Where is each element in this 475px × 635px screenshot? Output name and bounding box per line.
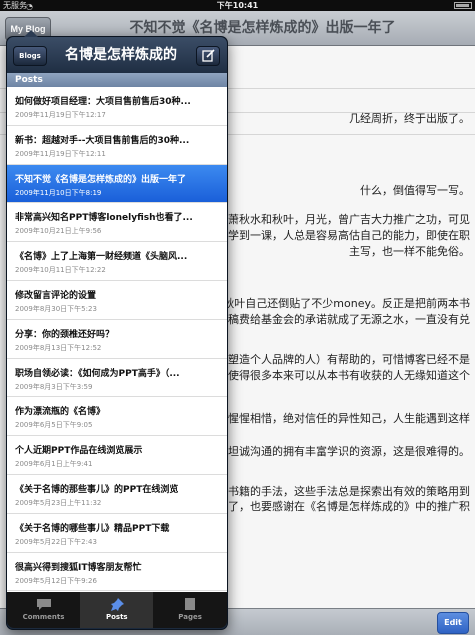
post-title: 《关于名博的哪些事儿》精品PPT下载 (15, 523, 170, 534)
speech-bubble-icon (7, 597, 80, 611)
popover-header: Blogs 名博是怎样炼成的 (7, 37, 227, 73)
post-title: 修改留言评论的设置 (15, 291, 97, 301)
post-row[interactable]: 如何做好项目经理：大项目售前售后30种... 2009年11月19日下午12:17 (7, 87, 227, 126)
post-date: 2009年5月23日上午11:32 (15, 499, 102, 507)
posts-list: 如何做好项目经理：大项目售前售后30种... 2009年11月19日下午12:17… (7, 87, 227, 592)
post-date: 2009年11月10日下午8:19 (15, 188, 102, 197)
post-row[interactable]: 《名博》上了上海第一财经频道《头脑风... 2009年10月11日下午12:22 (7, 242, 227, 281)
post-row[interactable]: 分享：你的颈椎还好吗？ 2009年8月13日下午12:52 (7, 319, 227, 359)
post-title: 个人近期PPT作品在线浏览展示 (15, 446, 143, 457)
post-row[interactable]: 职场自领必读：《如何成为PPT高手》（... 2009年8月3日下午3:59 (7, 358, 227, 398)
post-title: 不知不觉《名博是怎样炼成的》出版一年了 (15, 174, 187, 185)
post-date: 2009年6月5日下午9:05 (15, 421, 93, 430)
post-date: 2009年5月22日下午2:43 (15, 537, 97, 546)
tab-pages[interactable]: Pages (154, 592, 227, 628)
tab-comments[interactable]: Comments (7, 592, 80, 628)
post-date: 2009年10月11日下午12:22 (15, 266, 106, 275)
clock: 下午10:41 (216, 1, 259, 10)
post-row[interactable]: 新书：超越对手--大项目售前售后的30种... 2009年11月19日下午12:1… (7, 125, 227, 165)
post-title: 如何做好项目经理：大项目售前售后30种... (15, 97, 191, 107)
post-date: 2009年10月21日上午9:56 (15, 227, 102, 236)
tab-posts[interactable]: Posts (80, 592, 154, 628)
document-icon (154, 597, 227, 611)
tab-label: Posts (105, 613, 128, 621)
post-row[interactable]: 作为漂流瓶的《名博》 2009年6月5日下午9:05 (7, 397, 227, 437)
post-title: 新书：超越对手--大项目售前售后的30种... (15, 135, 190, 146)
blogs-button[interactable]: Blogs (13, 46, 47, 66)
post-date: 2009年11月19日下午12:17 (15, 111, 106, 119)
posts-popover: Blogs 名博是怎样炼成的 Posts 如何做好项目经理：大项目售前售后30种… (6, 30, 228, 630)
post-row[interactable]: 修改留言评论的设置 2009年8月30日下午5:23 (7, 281, 227, 320)
compose-button[interactable] (196, 46, 220, 66)
post-row[interactable]: 不知不觉《名博是怎样炼成的》出版一年了 2009年11月10日下午8:19 (7, 164, 227, 204)
blog-title: 名博是怎样炼成的 (65, 47, 177, 63)
post-date: 2009年6月1日上午9:41 (15, 460, 93, 469)
status-bar: 无服务 ◔ 下午10:41 (0, 0, 475, 11)
post-date: 2009年5月12日下午9:26 (15, 576, 97, 585)
post-date: 2009年8月3日下午3:59 (15, 382, 93, 391)
post-row[interactable]: 非常高兴知名PPT博客lonelyfish也看了... 2009年10月21日上午… (7, 203, 227, 243)
post-date: 2009年8月30日下午5:23 (15, 305, 97, 313)
post-date: 2009年11月19日下午12:11 (15, 149, 106, 158)
tab-label: Comments (22, 613, 65, 621)
posts-section-header: Posts (7, 73, 227, 87)
post-row[interactable]: 《关于名博的那些事儿》的PPT在线浏览 2009年5月23日上午11:32 (7, 475, 227, 514)
battery-icon (454, 2, 472, 9)
compose-icon (202, 49, 215, 62)
post-title: 作为漂流瓶的《名博》 (15, 407, 106, 418)
pushpin-icon (80, 597, 153, 611)
post-row[interactable]: 《关于名博的哪些事儿》精品PPT下载 2009年5月22日下午2:43 (7, 513, 227, 553)
post-title: 《关于名博的那些事儿》的PPT在线浏览 (15, 485, 179, 495)
post-title: 非常高兴知名PPT博客lonelyfish也看了... (15, 213, 193, 224)
edit-button[interactable]: Edit (437, 612, 469, 634)
post-title: 分享：你的颈椎还好吗？ (15, 329, 115, 340)
tab-bar: Comments Posts Pages (7, 592, 227, 628)
post-date: 2009年8月13日下午12:52 (15, 343, 102, 352)
post-title: 职场自领必读：《如何成为PPT高手》（... (15, 368, 180, 379)
post-row[interactable]: 个人近期PPT作品在线浏览展示 2009年6月1日上午9:41 (7, 436, 227, 475)
tab-label: Pages (178, 613, 202, 621)
post-row[interactable]: 很高兴得到搜狐IT博客朋友帮忙 2009年5月12日下午9:26 (7, 552, 227, 592)
post-title: 很高兴得到搜狐IT博客朋友帮忙 (15, 562, 142, 573)
post-title: 《名博》上了上海第一财经频道《头脑风... (15, 252, 188, 263)
